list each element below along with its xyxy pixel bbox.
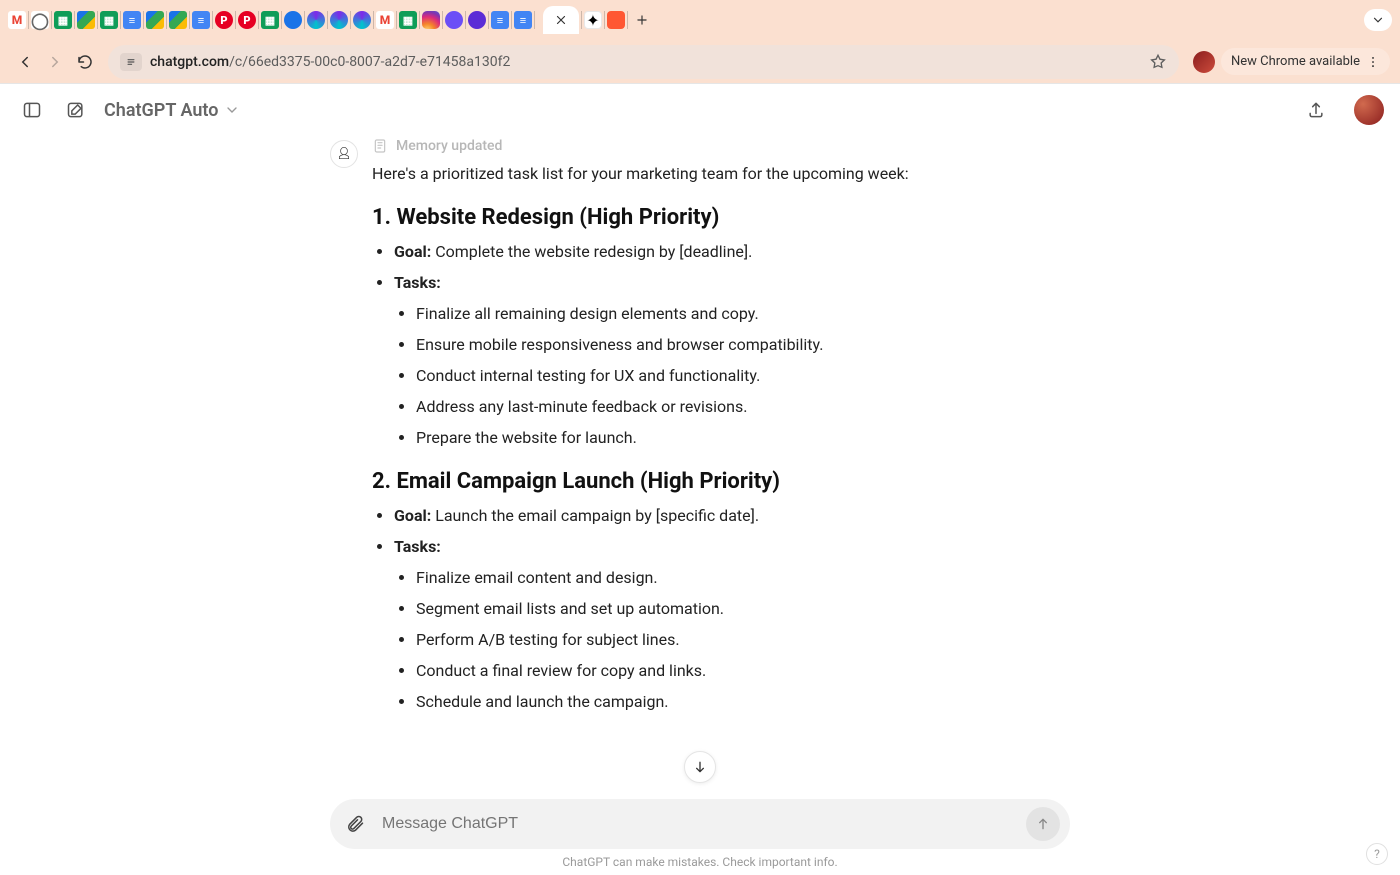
section-1-list: Goal: Launch the email campaign by [spec… bbox=[372, 506, 1070, 711]
drive-icon[interactable] bbox=[146, 11, 164, 29]
memory-note-text: Memory updated bbox=[396, 138, 502, 154]
chatgpt-app: ChatGPT Auto Memory updated Here's a pri… bbox=[0, 84, 1400, 875]
purple-app-icon[interactable] bbox=[445, 11, 463, 29]
purple-app-icon[interactable] bbox=[468, 11, 486, 29]
section-heading: 2. Email Campaign Launch (High Priority) bbox=[372, 469, 1070, 494]
section-0-tasks: Finalize all remaining design elements a… bbox=[394, 304, 1070, 447]
chatgpt-icon[interactable]: ✦ bbox=[584, 11, 602, 29]
sidebar-toggle-button[interactable] bbox=[16, 94, 48, 126]
disclaimer-text: ChatGPT can make mistakes. Check importa… bbox=[562, 855, 837, 869]
loom-icon[interactable] bbox=[607, 11, 625, 29]
meet-icon[interactable] bbox=[284, 11, 302, 29]
sheets-icon[interactable]: ▦ bbox=[100, 11, 118, 29]
canva-icon[interactable] bbox=[353, 11, 371, 29]
browser-tabstrip: ◯ ▦ ▦ ≡ ≡ P P ▦ ▦ ≡ ≡ ✦ bbox=[0, 0, 1400, 40]
goal-line: Goal: Launch the email campaign by [spec… bbox=[394, 506, 1070, 525]
composer-input[interactable] bbox=[380, 814, 1016, 834]
drive-icon[interactable] bbox=[169, 11, 187, 29]
globe-icon[interactable]: ◯ bbox=[31, 11, 49, 29]
tab-overflow-button[interactable] bbox=[1364, 9, 1392, 31]
chevron-down-icon bbox=[224, 102, 240, 118]
canva-icon[interactable] bbox=[307, 11, 325, 29]
task-item: Schedule and launch the campaign. bbox=[416, 692, 1070, 711]
assistant-avatar-icon bbox=[330, 140, 358, 168]
assistant-message: Memory updated Here's a prioritized task… bbox=[372, 138, 1070, 723]
instagram-icon[interactable] bbox=[422, 11, 440, 29]
url-text: chatgpt.com/c/66ed3375-00c0-8007-a2d7-e7… bbox=[150, 54, 510, 70]
section-1-tasks: Finalize email content and design. Segme… bbox=[394, 568, 1070, 711]
site-settings-icon[interactable] bbox=[120, 53, 142, 71]
sheets-icon[interactable]: ▦ bbox=[54, 11, 72, 29]
pinterest-icon[interactable]: P bbox=[215, 11, 233, 29]
omnibox[interactable]: chatgpt.com/c/66ed3375-00c0-8007-a2d7-e7… bbox=[108, 45, 1179, 79]
memory-updated-note: Memory updated bbox=[372, 138, 1070, 154]
arrow-down-icon bbox=[692, 759, 708, 775]
close-icon[interactable] bbox=[554, 13, 568, 27]
pinterest-icon[interactable]: P bbox=[238, 11, 256, 29]
docs-icon[interactable]: ≡ bbox=[491, 11, 509, 29]
gmail-icon[interactable] bbox=[8, 11, 26, 29]
scroll-to-bottom-button[interactable] bbox=[684, 751, 716, 783]
assistant-turn: Memory updated Here's a prioritized task… bbox=[330, 138, 1070, 779]
share-button[interactable] bbox=[1300, 94, 1332, 126]
section-0-list: Goal: Complete the website redesign by [… bbox=[372, 242, 1070, 447]
task-item: Conduct a final review for copy and link… bbox=[416, 661, 1070, 680]
sheets-icon[interactable]: ▦ bbox=[261, 11, 279, 29]
app-header: ChatGPT Auto bbox=[0, 84, 1400, 136]
goal-line: Goal: Complete the website redesign by [… bbox=[394, 242, 1070, 261]
gmail-icon[interactable] bbox=[376, 11, 394, 29]
tasks-label: Tasks: Finalize all remaining design ele… bbox=[394, 273, 1070, 447]
newtab-button[interactable] bbox=[630, 8, 654, 32]
browser-toolbar: chatgpt.com/c/66ed3375-00c0-8007-a2d7-e7… bbox=[0, 40, 1400, 84]
help-button[interactable]: ? bbox=[1366, 843, 1388, 865]
reload-button[interactable] bbox=[70, 47, 100, 77]
task-item: Finalize all remaining design elements a… bbox=[416, 304, 1070, 323]
conversation-pane: Memory updated Here's a prioritized task… bbox=[0, 138, 1400, 779]
task-item: Finalize email content and design. bbox=[416, 568, 1070, 587]
task-item: Prepare the website for launch. bbox=[416, 428, 1070, 447]
tasks-label: Tasks: Finalize email content and design… bbox=[394, 537, 1070, 711]
task-item: Segment email lists and set up automatio… bbox=[416, 599, 1070, 618]
docs-icon[interactable]: ≡ bbox=[514, 11, 532, 29]
docs-icon[interactable]: ≡ bbox=[123, 11, 141, 29]
task-item: Perform A/B testing for subject lines. bbox=[416, 630, 1070, 649]
canva-icon[interactable] bbox=[330, 11, 348, 29]
arrow-up-icon bbox=[1035, 816, 1051, 832]
composer-area: ChatGPT can make mistakes. Check importa… bbox=[0, 799, 1400, 875]
active-tab[interactable] bbox=[543, 6, 579, 34]
chevron-down-icon bbox=[1371, 13, 1385, 27]
drive-icon[interactable] bbox=[77, 11, 95, 29]
new-chrome-label: New Chrome available bbox=[1231, 54, 1360, 69]
memory-icon bbox=[372, 138, 388, 154]
task-item: Conduct internal testing for UX and func… bbox=[416, 366, 1070, 385]
tab-icons-row: ◯ ▦ ▦ ≡ ≡ P P ▦ ▦ ≡ ≡ ✦ bbox=[8, 6, 1354, 34]
bookmark-icon[interactable] bbox=[1149, 53, 1167, 71]
paperclip-icon bbox=[345, 814, 365, 834]
task-item: Ensure mobile responsiveness and browser… bbox=[416, 335, 1070, 354]
intro-text: Here's a prioritized task list for your … bbox=[372, 164, 1070, 183]
composer bbox=[330, 799, 1070, 849]
back-button[interactable] bbox=[10, 47, 40, 77]
kebab-icon bbox=[1366, 55, 1380, 69]
model-switcher[interactable]: ChatGPT Auto bbox=[104, 100, 240, 121]
send-button[interactable] bbox=[1026, 807, 1060, 841]
new-chrome-pill[interactable]: New Chrome available bbox=[1221, 48, 1390, 75]
sheets-icon[interactable]: ▦ bbox=[399, 11, 417, 29]
model-label: ChatGPT Auto bbox=[104, 100, 218, 121]
profile-avatar-icon[interactable] bbox=[1193, 51, 1215, 73]
section-heading: 1. Website Redesign (High Priority) bbox=[372, 205, 1070, 230]
task-item: Address any last-minute feedback or revi… bbox=[416, 397, 1070, 416]
attach-button[interactable] bbox=[340, 809, 370, 839]
forward-button[interactable] bbox=[40, 47, 70, 77]
account-avatar[interactable] bbox=[1354, 95, 1384, 125]
docs-icon[interactable]: ≡ bbox=[192, 11, 210, 29]
new-chat-button[interactable] bbox=[60, 94, 92, 126]
